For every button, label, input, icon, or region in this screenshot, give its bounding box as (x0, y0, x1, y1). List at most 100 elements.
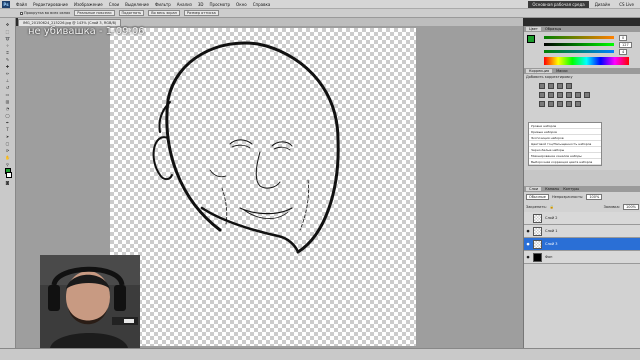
vibrance-icon[interactable] (539, 92, 545, 98)
layer-row[interactable]: Слой 2 (524, 212, 640, 225)
eraser-tool-icon[interactable]: ▭ (4, 91, 12, 97)
fill-label: Заливка: (603, 205, 620, 209)
layer-thumbnail (533, 213, 542, 223)
zoom-tool-icon[interactable]: ⚲ (4, 161, 12, 167)
exposure-icon[interactable] (566, 83, 572, 89)
green-value[interactable]: 127 (619, 42, 632, 48)
tab-color[interactable]: Цвет (526, 27, 541, 31)
hue-saturation-icon[interactable] (548, 92, 554, 98)
red-slider[interactable] (544, 36, 614, 39)
fill-field[interactable]: 100% (622, 204, 639, 210)
blue-slider[interactable] (544, 50, 614, 53)
black-white-icon[interactable] (566, 92, 572, 98)
eye-icon[interactable]: ● (526, 229, 530, 233)
move-tool-icon[interactable]: ✥ (4, 21, 12, 27)
menu-window[interactable]: Окно (233, 2, 250, 7)
shape-tool-icon[interactable]: ▢ (4, 140, 12, 146)
layer-thumbnail (533, 252, 542, 262)
crop-tool-icon[interactable]: ⌗ (4, 49, 12, 55)
menu-layers[interactable]: Слои (106, 2, 122, 7)
menu-file[interactable]: Файл (13, 2, 30, 7)
layer-row-background[interactable]: ● Фон (524, 251, 640, 264)
preset-selective-color[interactable]: Выборочная коррекция цвета наборов (529, 159, 601, 165)
path-select-tool-icon[interactable]: ➤ (4, 133, 12, 139)
selective-color-icon[interactable] (575, 101, 581, 107)
history-brush-tool-icon[interactable]: ↺ (4, 84, 12, 90)
workspace-switcher: Основная рабочая среда Дизайн CS Live (528, 0, 640, 8)
photoshop-logo-icon: Ps (2, 0, 10, 8)
tab-paths[interactable]: Контуры (563, 187, 579, 191)
color-ramp[interactable] (544, 57, 629, 65)
toolbox: ✥ ⬚ ➰ ✧ ⌗ ✎ ✚ ✏ ⊥ ↺ ▭ ▥ ◔ ◯ ✒ T ➤ ▢ ⟳ ✋ … (0, 18, 16, 348)
tab-swatches[interactable]: Образцы (545, 27, 561, 31)
marquee-tool-icon[interactable]: ⬚ (4, 28, 12, 34)
3d-rotate-tool-icon[interactable]: ⟳ (4, 147, 12, 153)
gradient-map-icon[interactable] (566, 101, 572, 107)
dodge-tool-icon[interactable]: ◯ (4, 112, 12, 118)
type-tool-icon[interactable]: T (4, 126, 12, 132)
tab-masks[interactable]: Маски (556, 69, 567, 73)
gradient-tool-icon[interactable]: ▥ (4, 98, 12, 104)
visibility-toggle[interactable] (526, 216, 530, 220)
status-bar (0, 348, 640, 360)
menu-select[interactable]: Выделение (122, 2, 152, 7)
cs-live-button[interactable]: CS Live (616, 2, 637, 7)
eye-icon[interactable]: ● (526, 255, 530, 259)
posterize-icon[interactable] (548, 101, 554, 107)
red-value[interactable]: 0 (619, 35, 628, 41)
green-slider[interactable] (544, 43, 614, 46)
eyedropper-tool-icon[interactable]: ✎ (4, 56, 12, 62)
workspace-design-button[interactable]: Дизайн (592, 2, 614, 7)
opacity-label: Непрозрачность: (551, 195, 584, 199)
color-balance-icon[interactable] (557, 92, 563, 98)
channel-mixer-icon[interactable] (584, 92, 590, 98)
print-size-button[interactable]: Размер оттиска (183, 10, 219, 16)
tab-layers[interactable]: Слои (526, 187, 542, 191)
invert-icon[interactable] (539, 101, 545, 107)
document-tab[interactable]: IMG_20150624_215226.jpg @ 143% (Слой 3, … (18, 19, 122, 26)
fit-screen-button[interactable]: Подогнать (118, 10, 145, 16)
video-watermark: не убивашка - 1-09:06 (28, 26, 145, 37)
workspace-essentials-button[interactable]: Основная рабочая среда (528, 0, 589, 8)
background-color-swatch[interactable] (6, 172, 12, 178)
menu-filter[interactable]: Фильтр (152, 2, 174, 7)
blue-value[interactable]: 4 (619, 49, 628, 55)
menu-view[interactable]: Просмотр (207, 2, 234, 7)
menu-edit[interactable]: Редактирование (30, 2, 71, 7)
tab-adjustments[interactable]: Коррекция (526, 69, 553, 73)
photo-filter-icon[interactable] (575, 92, 581, 98)
brush-tool-icon[interactable]: ✏ (4, 70, 12, 76)
menu-image[interactable]: Изображение (71, 2, 106, 7)
scroll-all-checkbox[interactable]: Прокрутка во всех окнах (20, 11, 70, 15)
pen-tool-icon[interactable]: ✒ (4, 119, 12, 125)
healing-tool-icon[interactable]: ✚ (4, 63, 12, 69)
menu-analysis[interactable]: Анализ (174, 2, 195, 7)
opacity-field[interactable]: 100% (586, 194, 603, 200)
lock-row: Закрепить: 🔒 Заливка: 100% (524, 202, 640, 212)
curves-icon[interactable] (557, 83, 563, 89)
actual-pixels-button[interactable]: Реальные пиксели (74, 10, 115, 16)
blur-tool-icon[interactable]: ◔ (4, 105, 12, 111)
color-panel-fg-swatch[interactable] (527, 35, 535, 43)
magic-wand-tool-icon[interactable]: ✧ (4, 42, 12, 48)
lock-icon[interactable]: 🔒 (550, 205, 554, 209)
menu-help[interactable]: Справка (250, 2, 274, 7)
layer-row[interactable]: ● Слой 1 (524, 225, 640, 238)
fill-screen-button[interactable]: Во весь экран (148, 10, 180, 16)
brightness-icon[interactable] (539, 83, 545, 89)
layers-panel: Слои Каналы Контуры Обычные Непрозрачнос… (524, 186, 640, 348)
threshold-icon[interactable] (557, 101, 563, 107)
lasso-tool-icon[interactable]: ➰ (4, 35, 12, 41)
eye-icon[interactable]: ● (526, 242, 530, 246)
layer-thumbnail (533, 226, 542, 236)
adjustment-icons-row-2 (524, 92, 640, 98)
scroll-all-label: Прокрутка во всех окнах (24, 11, 71, 15)
menu-3d[interactable]: 3D (195, 2, 207, 7)
quick-mask-icon[interactable]: ◙ (4, 179, 12, 185)
tab-channels[interactable]: Каналы (545, 187, 559, 191)
clone-stamp-tool-icon[interactable]: ⊥ (4, 77, 12, 83)
levels-icon[interactable] (548, 83, 554, 89)
hand-tool-icon[interactable]: ✋ (4, 154, 12, 160)
blend-mode-select[interactable]: Обычные (526, 194, 549, 200)
layer-row-active[interactable]: ● Слой 3 (524, 238, 640, 251)
